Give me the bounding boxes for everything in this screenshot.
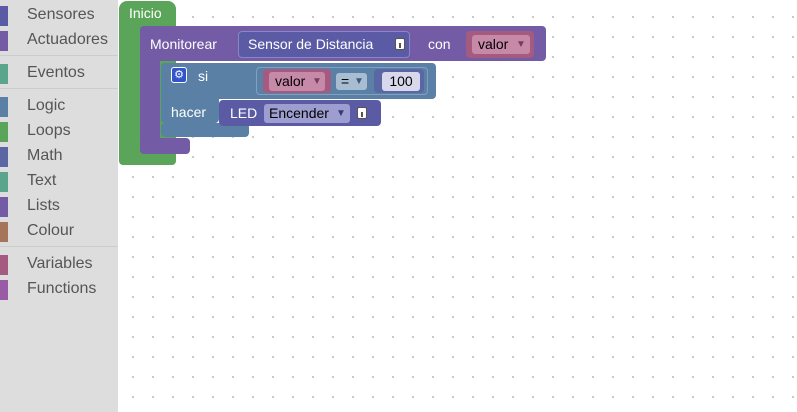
toolbox-category-label: Sensores <box>27 6 95 23</box>
led-label: LED <box>230 105 258 121</box>
workspace[interactable]: Inicio Monitorear Sensor de Distancia co… <box>118 0 797 412</box>
toolbox-category-math[interactable]: Math <box>0 144 118 168</box>
toolbox-category-colour[interactable]: Colour <box>0 219 118 243</box>
chevron-down-icon: ▼ <box>312 76 322 87</box>
toolbox-category-eventos[interactable]: Eventos <box>0 61 118 85</box>
toolbox-category-logic[interactable]: Logic <box>0 94 118 118</box>
toolbox-category-text[interactable]: Text <box>0 169 118 193</box>
category-color-swatch <box>0 31 8 51</box>
toolbox-category-lists[interactable]: Lists <box>0 194 118 218</box>
gear-icon[interactable]: ⚙ <box>171 67 187 83</box>
category-color-swatch <box>0 97 8 117</box>
toolbox-category-sensores[interactable]: Sensores <box>0 3 118 27</box>
toolbox-separator <box>0 246 118 247</box>
category-color-swatch <box>0 172 8 192</box>
toolbox: Sensores Actuadores Eventos Logic Loops Math T… <box>0 0 118 412</box>
hacer-label: hacer <box>171 104 207 120</box>
category-color-swatch <box>0 122 8 142</box>
toolbox-category-actuadores[interactable]: Actuadores <box>0 28 118 52</box>
category-color-swatch <box>0 222 8 242</box>
sensor-distancia-label: Sensor de Distancia <box>248 36 374 52</box>
category-color-swatch <box>0 6 8 26</box>
toolbox-category-label: Logic <box>27 97 66 114</box>
toolbox-category-label: Lists <box>27 197 60 214</box>
monitorear-label: Monitorear <box>150 36 217 52</box>
toolbox-category-label: Actuadores <box>27 31 108 48</box>
toolbox-category-variables[interactable]: Variables <box>0 252 118 276</box>
toolbox-separator <box>0 88 118 89</box>
toolbox-category-label: Math <box>27 147 63 164</box>
toolbox-separator <box>0 55 118 56</box>
toolbox-category-label: Variables <box>27 255 93 272</box>
toolbox-category-label: Text <box>27 172 57 189</box>
si-label: si <box>198 68 209 84</box>
led-mutator-icon[interactable] <box>357 107 367 119</box>
monitorear-block-foot <box>140 138 190 154</box>
number-field[interactable]: 100 <box>382 72 420 91</box>
category-color-swatch <box>0 280 8 300</box>
category-color-swatch <box>0 255 8 275</box>
chevron-down-icon: ▼ <box>336 108 346 119</box>
chevron-down-icon: ▼ <box>354 76 364 87</box>
con-label: con <box>428 36 451 52</box>
toolbox-category-label: Functions <box>27 280 97 297</box>
category-color-swatch <box>0 147 8 167</box>
category-color-swatch <box>0 64 8 84</box>
toolbox-category-label: Loops <box>27 122 71 139</box>
sensor-mutator-icon[interactable] <box>395 38 405 50</box>
toolbox-category-loops[interactable]: Loops <box>0 119 118 143</box>
toolbox-category-functions[interactable]: Functions <box>0 277 118 301</box>
inicio-label: Inicio <box>129 5 162 21</box>
chevron-down-icon: ▼ <box>516 39 526 50</box>
toolbox-category-label: Colour <box>27 222 75 239</box>
toolbox-category-label: Eventos <box>27 64 85 81</box>
category-color-swatch <box>0 197 8 217</box>
